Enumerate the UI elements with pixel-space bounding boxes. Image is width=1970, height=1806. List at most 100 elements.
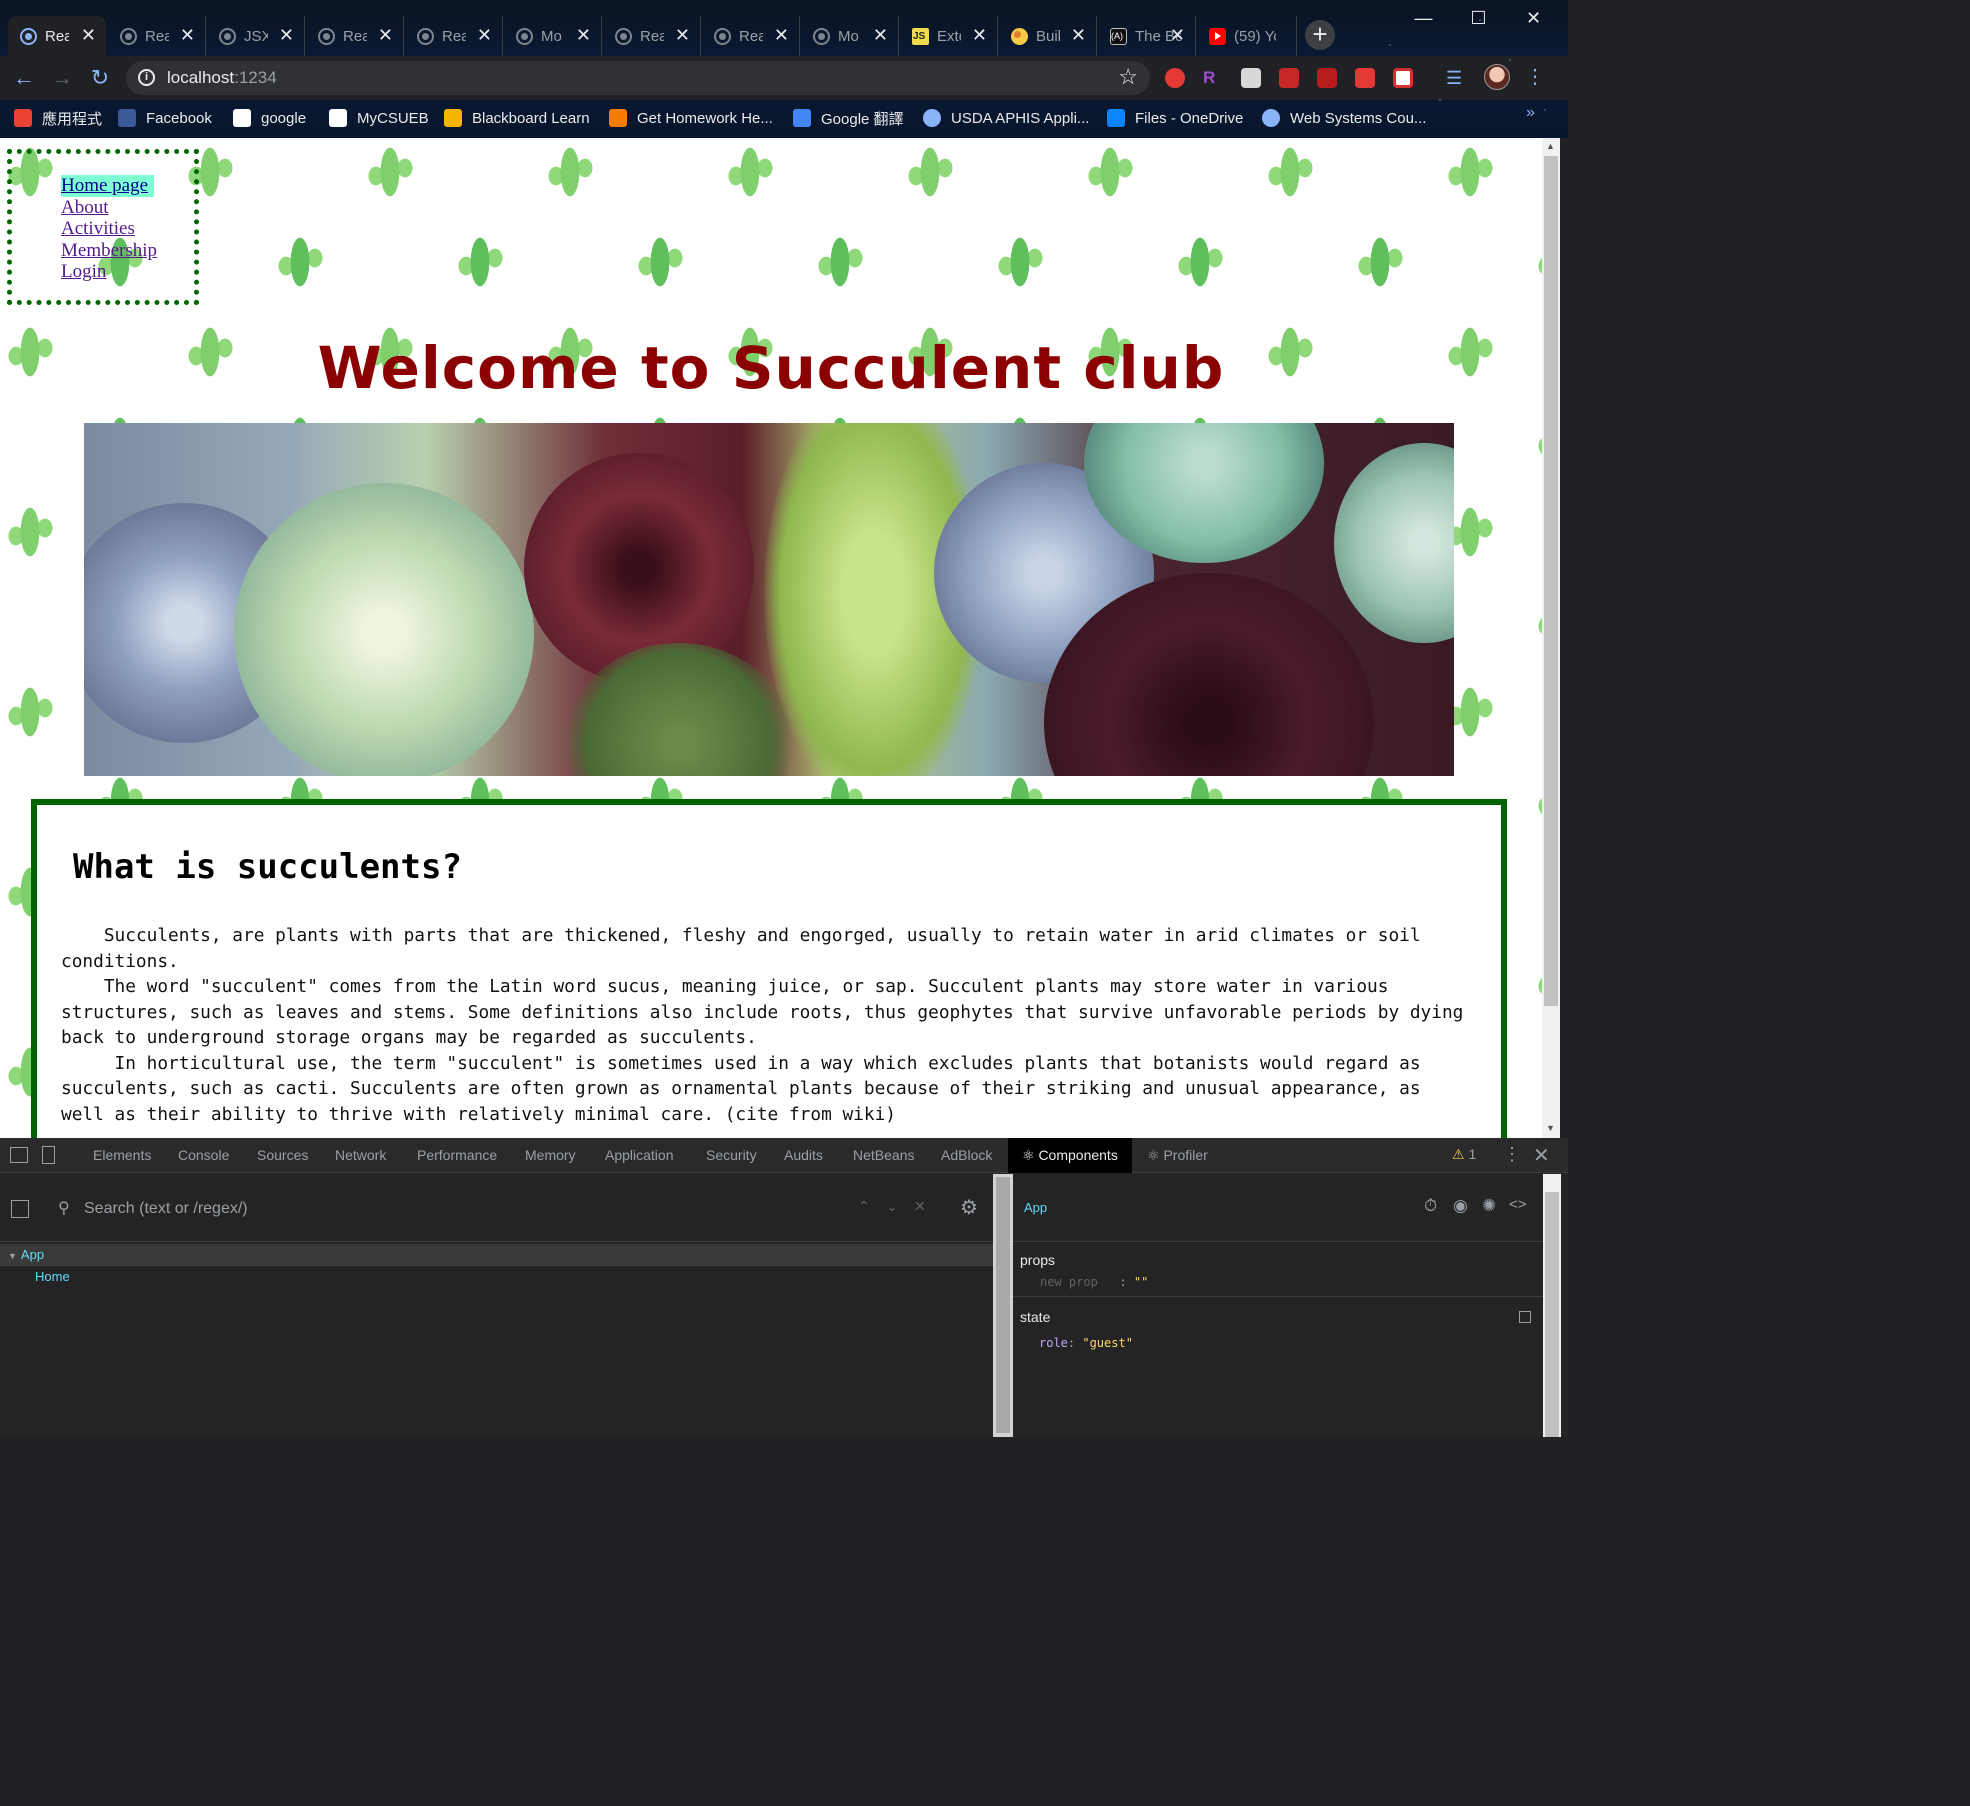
tab-security[interactable]: Security — [706, 1138, 757, 1173]
profile-avatar[interactable] — [1484, 64, 1510, 90]
settings-gear-icon[interactable]: ⚙ — [960, 1195, 978, 1220]
tab-close-icon[interactable]: ✕ — [378, 26, 393, 44]
tab-components[interactable]: ⚛ Components — [1008, 1138, 1132, 1173]
expand-triangle-icon[interactable]: ▼ — [8, 1251, 17, 1261]
device-toolbar-icon[interactable] — [42, 1146, 55, 1164]
browser-tab[interactable]: Extensions ✕ — [900, 16, 998, 56]
new-prop-row[interactable]: new prop : "" — [1040, 1275, 1148, 1289]
tab-elements[interactable]: Elements — [93, 1138, 151, 1173]
pane-scrollbar[interactable]: ▲ — [993, 1174, 1013, 1437]
bookmark-item[interactable]: MyCSUEB — [329, 107, 429, 129]
r-extension-icon[interactable]: R — [1203, 68, 1223, 88]
site-info-icon[interactable]: i — [138, 69, 155, 86]
view-source-icon[interactable]: <> — [1509, 1196, 1527, 1213]
tab-close-icon[interactable]: ✕ — [576, 26, 591, 44]
pane-scroll-thumb[interactable] — [996, 1177, 1010, 1433]
tab-memory[interactable]: Memory — [525, 1138, 576, 1173]
address-bar[interactable]: i localhost:1234 ☆ — [126, 61, 1150, 95]
browser-tab[interactable]: React ✕ — [306, 16, 404, 56]
bookmark-item[interactable]: USDA APHIS Appli... — [923, 107, 1089, 129]
tab-netbeans[interactable]: NetBeans — [853, 1138, 914, 1173]
red-extension-icon[interactable] — [1355, 68, 1375, 88]
scroll-up-arrow[interactable]: ▲ — [1546, 141, 1555, 151]
tab-audits[interactable]: Audits — [784, 1138, 823, 1173]
bookmark-item[interactable]: Files - OneDrive — [1107, 107, 1243, 129]
reload-button[interactable]: ↻ — [86, 64, 114, 92]
state-value[interactable]: "guest" — [1082, 1336, 1133, 1350]
browser-tab[interactable]: React ✕ — [108, 16, 206, 56]
copy-icon[interactable] — [1519, 1311, 1531, 1323]
browser-tab[interactable]: Mo ✕ — [801, 16, 899, 56]
nav-membership-link[interactable]: Membership — [61, 240, 157, 262]
pdf-extension-icon[interactable] — [1317, 68, 1337, 88]
browser-menu-icon[interactable]: ⋮ — [1525, 64, 1545, 89]
pocket-extension-icon[interactable] — [1393, 68, 1413, 88]
bookmark-star-icon[interactable]: ☆ — [1118, 64, 1138, 90]
tab-application[interactable]: Application — [605, 1138, 674, 1173]
browser-tab[interactable]: (59) YouTube — [1197, 16, 1297, 56]
browser-tab[interactable]: Mo ✕ — [504, 16, 602, 56]
new-prop-key[interactable]: new prop — [1040, 1275, 1098, 1289]
inspector-scroll-thumb[interactable] — [1545, 1192, 1559, 1437]
tab-network[interactable]: Network — [335, 1138, 386, 1173]
browser-tab[interactable]: Build ✕ — [999, 16, 1097, 56]
tab-profiler[interactable]: ⚛ Profiler — [1147, 1138, 1208, 1173]
tab-close-icon[interactable]: ✕ — [774, 26, 789, 44]
eye-icon[interactable]: ◉ — [1453, 1196, 1468, 1216]
browser-tab[interactable]: React ✕ — [603, 16, 701, 56]
browser-tab[interactable]: The Best✕ — [1098, 16, 1196, 56]
tab-close-icon[interactable]: ✕ — [675, 26, 690, 44]
forward-button[interactable]: → — [48, 64, 76, 92]
cube-extension-icon[interactable] — [1241, 68, 1261, 88]
search-clear-icon[interactable]: ✕ — [914, 1198, 926, 1215]
new-tab-button[interactable]: + — [1305, 20, 1335, 50]
tab-close-icon[interactable]: ✕ — [81, 26, 96, 44]
maximize-button[interactable]: ☐ — [1451, 0, 1506, 36]
nav-about-link[interactable]: About — [61, 197, 109, 219]
tab-sources[interactable]: Sources — [257, 1138, 308, 1173]
tab-performance[interactable]: Performance — [417, 1138, 497, 1173]
scroll-down-arrow[interactable]: ▼ — [1546, 1123, 1555, 1133]
bookmarks-overflow-icon[interactable]: » — [1526, 104, 1535, 122]
tab-close-icon[interactable]: ✕ — [873, 26, 888, 44]
nav-activities-link[interactable]: Activities — [61, 218, 135, 240]
bookmark-item[interactable]: Web Systems Cou... — [1262, 107, 1426, 129]
browser-tab[interactable]: React ✕ — [702, 16, 800, 56]
browser-tab[interactable]: JSX ✕ — [207, 16, 305, 56]
tab-console[interactable]: Console — [178, 1138, 229, 1173]
select-component-icon[interactable] — [11, 1200, 29, 1218]
tab-close-icon[interactable]: ✕ — [1071, 26, 1086, 44]
tab-close-icon[interactable]: ✕ — [477, 26, 492, 44]
tab-close-icon[interactable]: ✕ — [180, 26, 195, 44]
tab-adblock[interactable]: AdBlock — [941, 1138, 992, 1173]
tab-close-icon[interactable]: ✕ — [279, 26, 294, 44]
new-prop-value[interactable]: "" — [1134, 1275, 1148, 1289]
tab-close-icon[interactable]: ✕ — [972, 26, 987, 44]
bookmark-item[interactable]: Facebook — [118, 107, 212, 129]
bookmark-item[interactable]: Blackboard Learn — [444, 107, 590, 129]
browser-tab[interactable]: React ✕ — [8, 16, 106, 56]
stopwatch-icon[interactable]: ⏱ — [1424, 1196, 1437, 1216]
tree-node-home[interactable]: Home — [0, 1266, 993, 1288]
tree-node-app[interactable]: ▼ App — [0, 1244, 993, 1266]
bookmark-item[interactable]: google — [233, 107, 306, 129]
bookmark-item[interactable]: Get Homework He... — [609, 107, 773, 129]
devtools-close-icon[interactable]: ✕ — [1533, 1143, 1550, 1168]
back-button[interactable]: ← — [10, 64, 38, 92]
bookmark-item[interactable]: 應用程式 — [14, 107, 102, 129]
search-next-icon[interactable]: ⌄ — [886, 1198, 898, 1215]
adblock-extension-icon[interactable] — [1165, 68, 1185, 88]
component-search-input[interactable] — [84, 1196, 824, 1222]
page-scrollbar[interactable]: ▲ ▼ — [1542, 138, 1560, 1138]
bug-icon[interactable]: ✺ — [1482, 1196, 1496, 1216]
warning-badge[interactable]: ⚠ 1 — [1452, 1146, 1476, 1163]
inspect-element-icon[interactable] — [10, 1147, 28, 1163]
search-prev-icon[interactable]: ⌃ — [858, 1198, 870, 1215]
minimize-button[interactable]: — — [1396, 0, 1451, 36]
devtools-menu-icon[interactable]: ⋮ — [1503, 1144, 1521, 1165]
close-window-button[interactable]: ✕ — [1506, 0, 1561, 36]
state-role-row[interactable]: role: "guest" — [1039, 1336, 1133, 1350]
media-control-icon[interactable]: ☰ — [1446, 68, 1466, 88]
acrobat-extension-icon[interactable] — [1279, 68, 1299, 88]
inspector-scrollbar[interactable] — [1543, 1174, 1561, 1437]
